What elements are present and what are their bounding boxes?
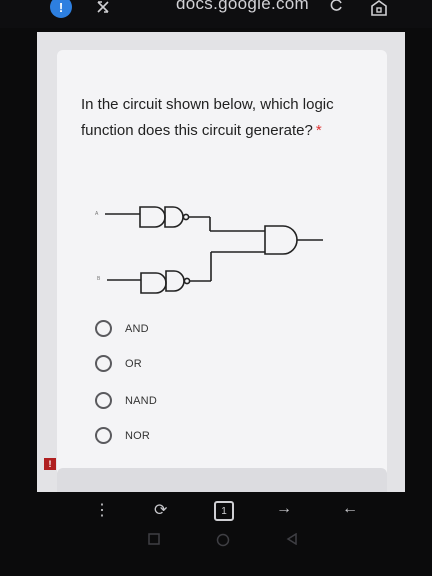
- overflow-menu-icon[interactable]: ⋮: [94, 500, 110, 520]
- option-or[interactable]: OR: [95, 355, 142, 372]
- radio-button[interactable]: [95, 320, 112, 337]
- notification-badge[interactable]: !: [50, 0, 72, 18]
- form-background: In the circuit shown below, which logic …: [37, 32, 405, 492]
- option-label: NAND: [125, 394, 157, 407]
- nand-gate-bottom: [107, 251, 247, 294]
- input-a-label: A: [95, 211, 99, 217]
- option-nand[interactable]: NAND: [95, 392, 157, 409]
- required-asterisk: *: [315, 122, 322, 139]
- url-text[interactable]: docs.google.com: [176, 0, 309, 14]
- logic-circuit-diagram: A B: [95, 206, 323, 294]
- warning-icon: !: [44, 458, 56, 470]
- question-card: In the circuit shown below, which logic …: [57, 50, 387, 490]
- option-nor[interactable]: NOR: [95, 427, 150, 444]
- status-bar: ! docs.google.com: [0, 0, 432, 28]
- recents-icon[interactable]: [148, 533, 160, 545]
- radio-button[interactable]: [95, 355, 112, 372]
- question-title: In the circuit shown below, which logic …: [81, 92, 346, 144]
- option-label: OR: [125, 357, 142, 370]
- nand-gate-top: [105, 206, 247, 232]
- and-gate-output: [247, 225, 323, 255]
- reload-icon[interactable]: ⟳: [154, 500, 167, 520]
- screenshot-icon[interactable]: [96, 0, 110, 14]
- question-text: In the circuit shown below, which logic …: [81, 96, 334, 139]
- back-nav-icon[interactable]: [286, 533, 298, 545]
- home-icon[interactable]: [370, 0, 388, 16]
- next-question-card: [57, 468, 387, 492]
- forward-icon[interactable]: →: [276, 500, 292, 518]
- tab-switcher-button[interactable]: 1: [214, 501, 234, 521]
- back-icon[interactable]: ←: [342, 500, 358, 518]
- browser-toolbar: ⋮ ⟳ 1 → ←: [40, 494, 412, 524]
- home-nav-icon[interactable]: [216, 533, 230, 547]
- system-nav-bar: [0, 528, 432, 558]
- refresh-icon[interactable]: [330, 0, 344, 12]
- radio-button[interactable]: [95, 427, 112, 444]
- input-b-label: B: [97, 276, 101, 282]
- radio-button[interactable]: [95, 392, 112, 409]
- option-and[interactable]: AND: [95, 320, 149, 337]
- option-label: NOR: [125, 429, 151, 442]
- option-label: AND: [125, 322, 149, 335]
